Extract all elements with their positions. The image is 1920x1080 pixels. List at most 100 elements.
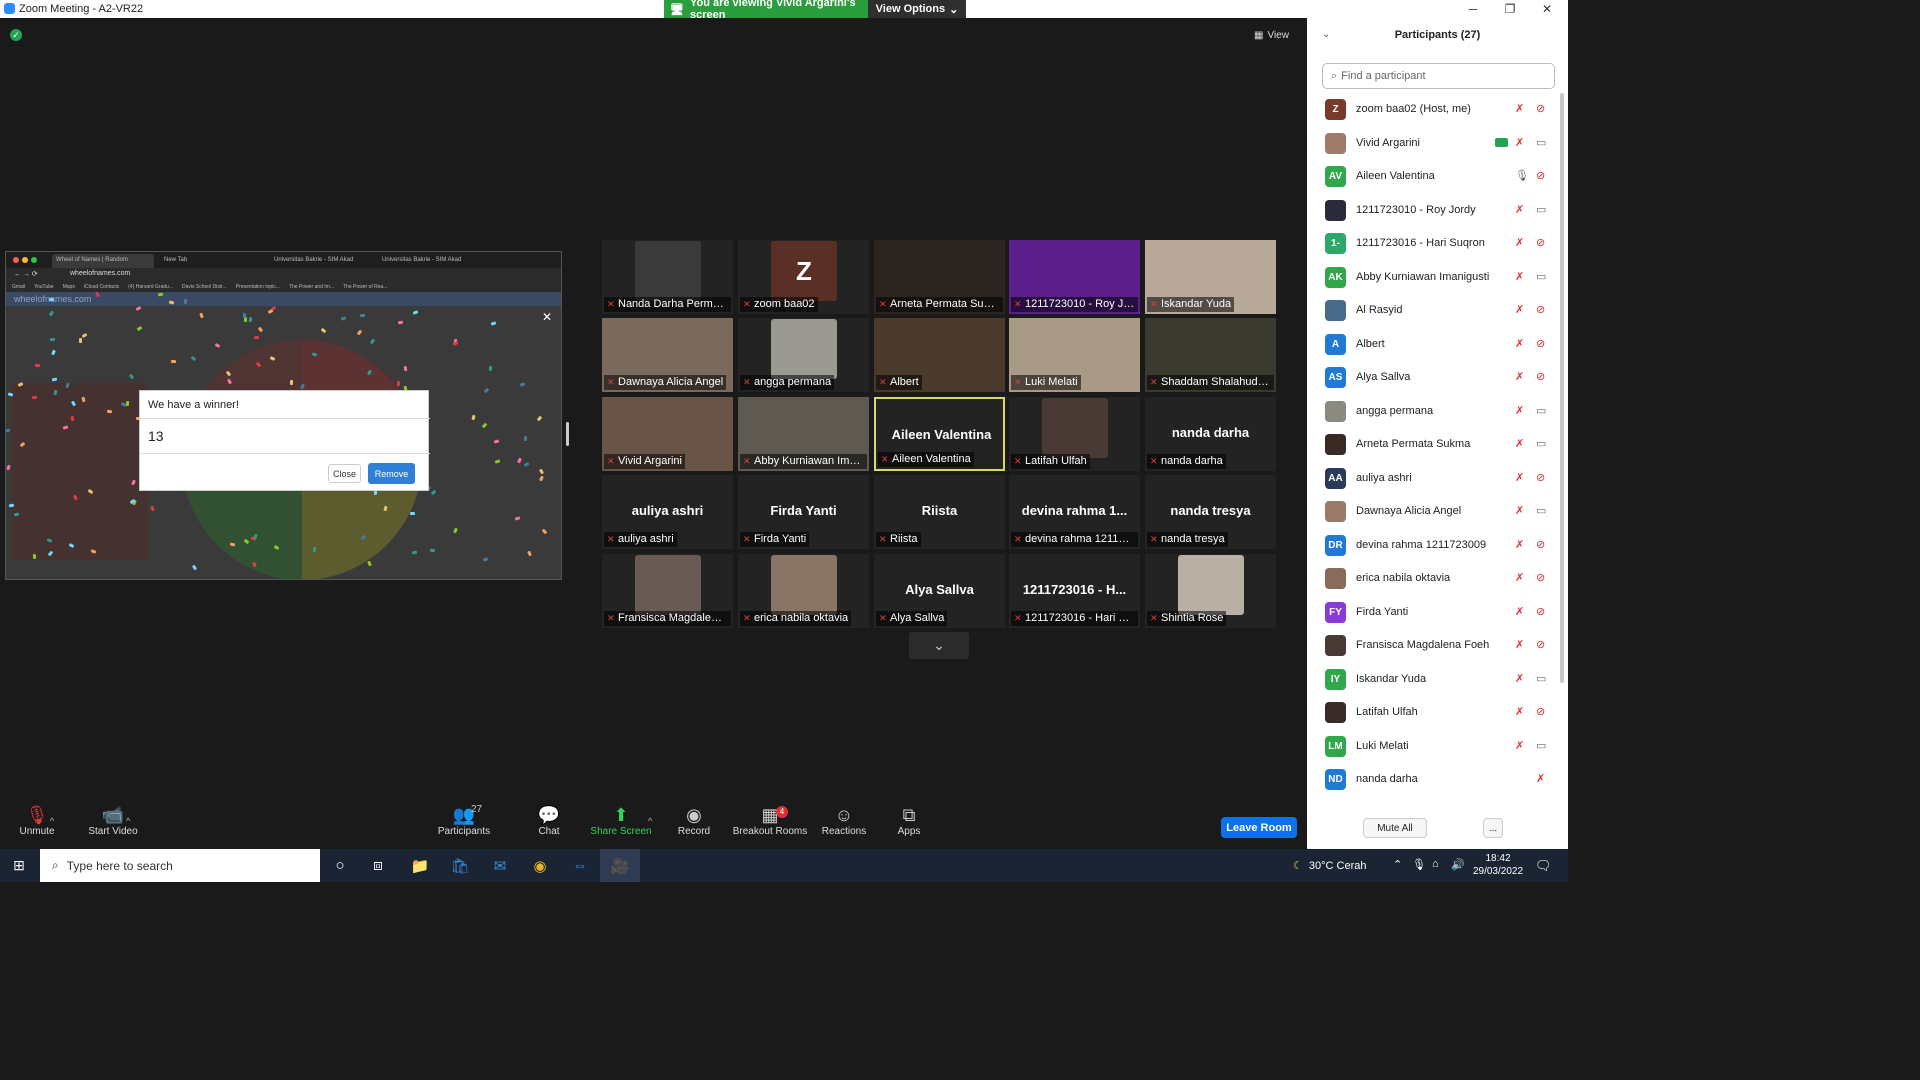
participant-search-input[interactable]: ⌕ Find a participant xyxy=(1322,63,1555,89)
participant-row[interactable]: Arneta Permata Sukma ✗ ▭ xyxy=(1307,428,1562,461)
bookmark[interactable]: (4) Harvard Gradu... xyxy=(128,284,173,290)
browser-tab[interactable]: New Tab xyxy=(160,254,264,268)
video-tile[interactable]: devina rahma 1... ✕ devina rahma 121172... xyxy=(1009,475,1140,549)
camera-icon[interactable]: ▭ xyxy=(1536,504,1546,517)
video-tile[interactable]: ✕ Abby Kurniawan Iman... xyxy=(738,397,869,471)
microphone-muted-icon[interactable]: ✗ xyxy=(1536,772,1545,785)
weather-widget[interactable]: ☾ 30°C Cerah xyxy=(1293,849,1366,882)
microphone-muted-icon[interactable]: ✗ xyxy=(1515,571,1524,584)
view-button[interactable]: ▦ View xyxy=(1254,27,1300,43)
video-tile[interactable]: ✕ Shintia Rose xyxy=(1145,554,1276,628)
browser-tab[interactable]: Universitas Bakrie - SIM Akad xyxy=(378,254,482,268)
microphone-muted-icon[interactable]: ✗ xyxy=(1515,203,1524,216)
record-button[interactable]: ◉ Record xyxy=(657,804,731,837)
camera-off-icon[interactable]: ⊘ xyxy=(1536,169,1545,182)
start-video-button[interactable]: 📹 ^ Start Video xyxy=(76,804,150,837)
video-tile[interactable]: Z ✕ zoom baa02 xyxy=(738,240,869,314)
tray-chevron-icon[interactable]: ⌃ xyxy=(1393,858,1402,871)
video-tile[interactable]: ✕ angga permana xyxy=(738,318,869,392)
video-tile[interactable]: ✕ Latifah Ulfah xyxy=(1009,397,1140,471)
camera-off-icon[interactable]: ⊘ xyxy=(1536,303,1545,316)
participant-row[interactable]: AK Abby Kurniawan Imanigusti ✗ ▭ xyxy=(1307,261,1562,294)
microphone-muted-icon[interactable]: ✗ xyxy=(1515,303,1524,316)
bookmark[interactable]: iCloud Contacts xyxy=(84,284,119,290)
more-videos-button[interactable]: ⌄ xyxy=(909,632,969,659)
notification-icon[interactable]: 🗨 xyxy=(1535,858,1552,874)
maximize-button[interactable]: ❐ xyxy=(1492,0,1528,18)
bookmark[interactable]: YouTube xyxy=(34,284,54,290)
breakout-rooms-button[interactable]: ▦ 4 Breakout Rooms xyxy=(728,804,812,837)
file-explorer-icon[interactable]: 📁 xyxy=(400,849,440,882)
participant-row[interactable]: AA auliya ashri ✗ ⊘ xyxy=(1307,462,1562,495)
browser-tab[interactable]: Universitas Bakrie - SIM Akad xyxy=(270,254,374,268)
camera-off-icon[interactable]: ⊘ xyxy=(1536,102,1545,115)
participant-row[interactable]: Latifah Ulfah ✗ ⊘ xyxy=(1307,696,1562,729)
camera-icon[interactable]: ▭ xyxy=(1536,203,1546,216)
share-screen-button[interactable]: ⬆ ^ Share Screen xyxy=(584,804,658,837)
microphone-muted-icon[interactable]: ✗ xyxy=(1515,102,1524,115)
mute-all-button[interactable]: Mute All xyxy=(1363,818,1427,838)
video-tile[interactable]: Alya Sallva ✕ Alya Sallva xyxy=(874,554,1005,628)
chat-button[interactable]: 💬 Chat xyxy=(512,804,586,837)
microphone-muted-icon[interactable]: ✗ xyxy=(1515,705,1524,718)
leave-room-button[interactable]: Leave Room xyxy=(1221,817,1297,838)
camera-icon[interactable]: ▭ xyxy=(1536,739,1546,752)
microphone-muted-icon[interactable]: ✗ xyxy=(1515,739,1524,752)
camera-off-icon[interactable]: ⊘ xyxy=(1536,236,1545,249)
camera-off-icon[interactable]: ⊘ xyxy=(1536,638,1545,651)
participant-row[interactable]: angga permana ✗ ▭ xyxy=(1307,395,1562,428)
bookmark[interactable]: Presentation topic... xyxy=(236,284,280,290)
caret-up-icon[interactable]: ^ xyxy=(50,816,54,826)
participant-row[interactable]: LM Luki Melati ✗ ▭ xyxy=(1307,730,1562,763)
video-tile[interactable]: ✕ Arneta Permata Sukma xyxy=(874,240,1005,314)
video-tile[interactable]: nanda tresya ✕ nanda tresya xyxy=(1145,475,1276,549)
view-options-button[interactable]: View Options ⌄ xyxy=(868,0,966,18)
microphone-muted-icon[interactable]: ✗ xyxy=(1515,370,1524,383)
bookmark[interactable]: Davis School Distr... xyxy=(182,284,227,290)
windows-start-icon[interactable]: ⊞ xyxy=(0,849,38,882)
video-tile[interactable]: Riista ✕ Riista xyxy=(874,475,1005,549)
minimize-button[interactable]: ─ xyxy=(1455,0,1491,18)
video-tile[interactable]: Aileen Valentina ✕ Aileen Valentina xyxy=(874,397,1005,471)
microphone-muted-icon[interactable]: ✗ xyxy=(1515,538,1524,551)
participant-row[interactable]: Zzoom baa02 (Host, me) ✗ ⊘ xyxy=(1307,93,1562,126)
video-tile[interactable]: ✕ Albert xyxy=(874,318,1005,392)
microphone-muted-icon[interactable]: ✗ xyxy=(1515,471,1524,484)
video-tile[interactable]: ✕ Shaddam Shalahuddin xyxy=(1145,318,1276,392)
participant-row[interactable]: Vivid Argarini ✗ ▭ xyxy=(1307,127,1562,160)
microphone-muted-icon[interactable]: ✗ xyxy=(1515,337,1524,350)
camera-off-icon[interactable]: ⊘ xyxy=(1536,705,1545,718)
security-shield-icon[interactable]: ✓ xyxy=(10,29,22,41)
taskbar-search-input[interactable]: ⌕ Type here to search xyxy=(40,849,320,882)
video-tile[interactable]: auliya ashri ✕ auliya ashri xyxy=(602,475,733,549)
camera-off-icon[interactable]: ⊘ xyxy=(1536,571,1545,584)
split-view-handle[interactable] xyxy=(566,422,569,446)
camera-off-icon[interactable]: ⊘ xyxy=(1536,538,1545,551)
microphone-icon[interactable]: 🎙 xyxy=(1412,858,1426,871)
bookmark[interactable]: The Power of Rea... xyxy=(343,284,387,290)
taskbar-clock[interactable]: 18:42 29/03/2022 xyxy=(1472,852,1524,878)
camera-off-icon[interactable]: ⊘ xyxy=(1536,337,1545,350)
video-tile[interactable]: Firda Yanti ✕ Firda Yanti xyxy=(738,475,869,549)
camera-icon[interactable]: ▭ xyxy=(1536,404,1546,417)
network-icon[interactable]: ⌂ xyxy=(1432,858,1439,870)
participant-row[interactable]: AV Aileen Valentina 🎙 ⊘ xyxy=(1307,160,1562,193)
video-tile[interactable]: ✕ Vivid Argarini xyxy=(602,397,733,471)
dialog-close-button[interactable]: Close xyxy=(328,464,361,483)
microphone-muted-icon[interactable]: ✗ xyxy=(1515,504,1524,517)
camera-icon[interactable]: ▭ xyxy=(1536,437,1546,450)
video-tile[interactable]: nanda darha ✕ nanda darha xyxy=(1145,397,1276,471)
participants-button[interactable]: 👥 27 Participants xyxy=(427,804,501,837)
bookmark[interactable]: Gmail xyxy=(12,284,25,290)
address-bar[interactable]: ← → ⟳ wheelofnames.com xyxy=(6,268,561,281)
microphone-muted-icon[interactable]: ✗ xyxy=(1515,638,1524,651)
participant-row[interactable]: Al Rasyid ✗ ⊘ xyxy=(1307,294,1562,327)
zoom-taskbar-icon[interactable]: 🎥 xyxy=(600,849,640,882)
participant-row[interactable]: 1- 1211723016 - Hari Suqron ✗ ⊘ xyxy=(1307,227,1562,260)
more-options-button[interactable]: ... xyxy=(1483,818,1503,838)
participant-row[interactable]: 1211723010 - Roy Jordy ✗ ▭ xyxy=(1307,194,1562,227)
apps-button[interactable]: ⧉ Apps xyxy=(872,804,946,837)
caret-up-icon[interactable]: ^ xyxy=(126,816,130,826)
video-tile[interactable]: ✕ 1211723010 - Roy Jo... xyxy=(1009,240,1140,314)
camera-off-icon[interactable]: ⊘ xyxy=(1536,605,1545,618)
